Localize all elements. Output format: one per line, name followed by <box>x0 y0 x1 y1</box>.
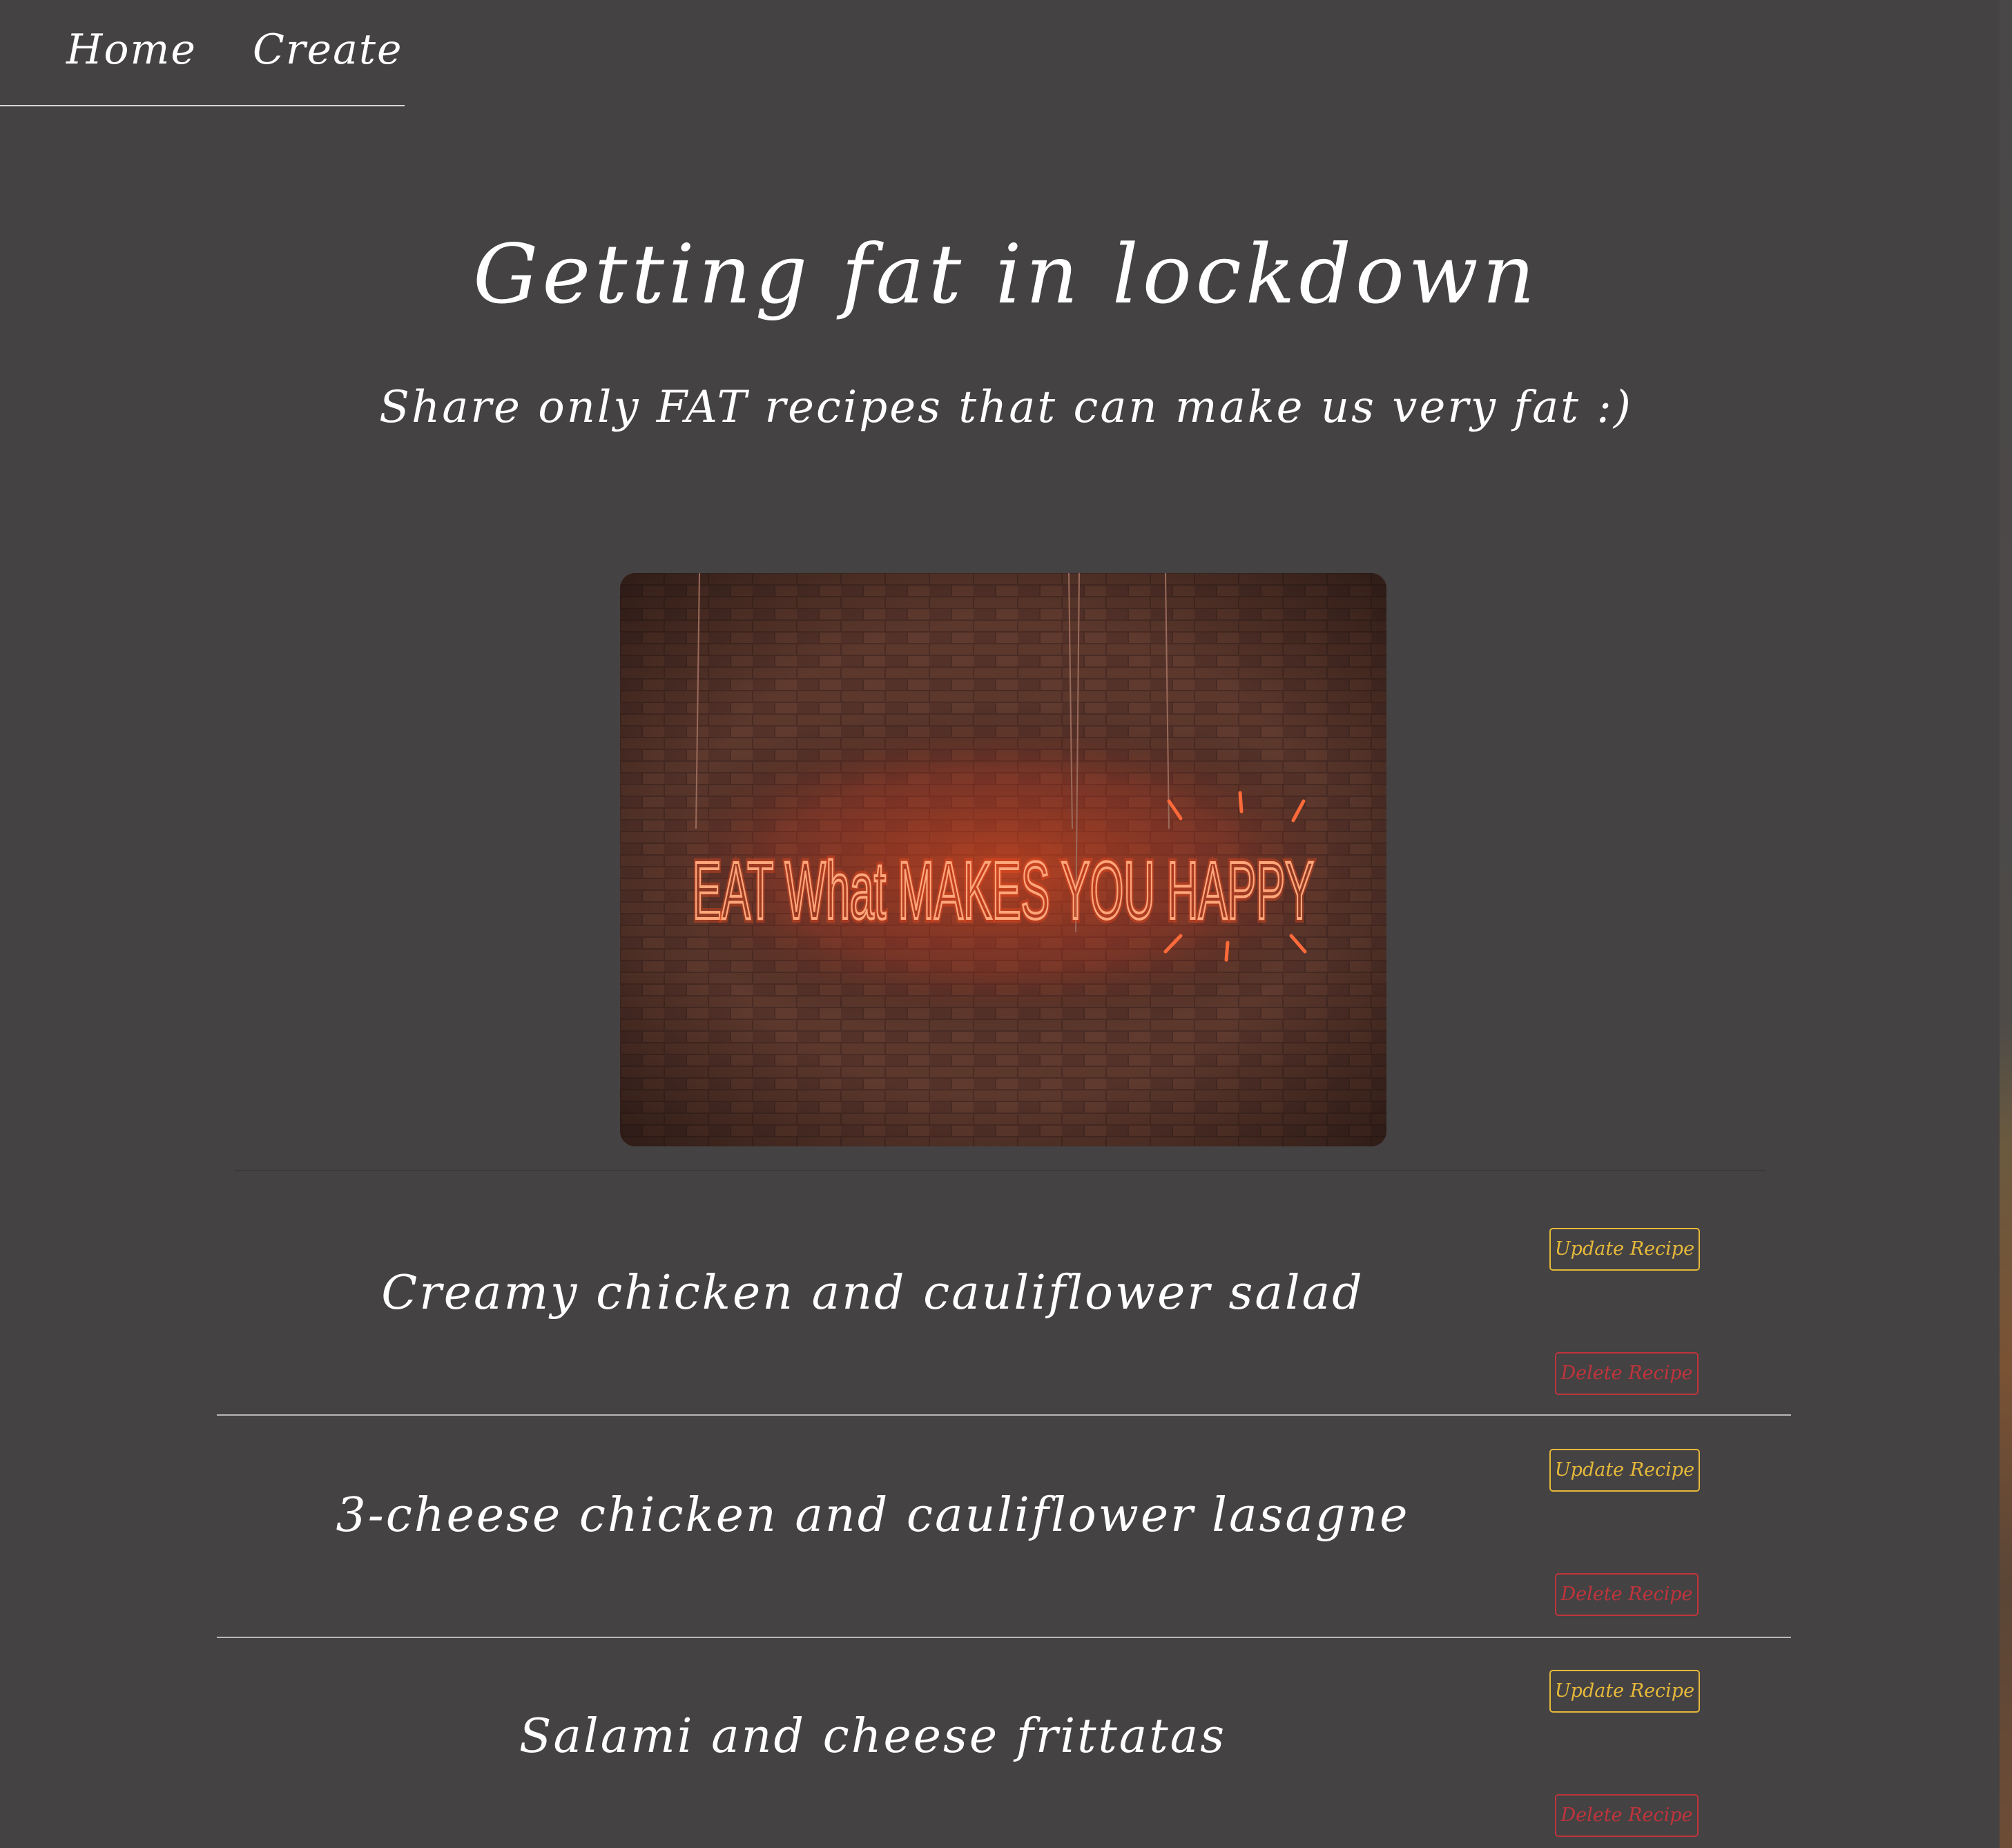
nav-home-link[interactable]: Home <box>66 23 197 76</box>
recipe-title[interactable]: Salami and cheese frittatas <box>217 1706 1529 1768</box>
page-subtitle: Share only FAT recipes that can make us … <box>379 382 1633 433</box>
delete-recipe-button[interactable]: Delete Recipe <box>1555 1573 1699 1616</box>
neon-glow-text: EAT What MAKES YOU HAPPY <box>693 845 1314 936</box>
nav-create-link[interactable]: Create <box>253 23 403 76</box>
update-recipe-button[interactable]: Update Recipe <box>1549 1670 1700 1713</box>
recipe-row: Salami and cheese frittatas Update Recip… <box>217 1637 1791 1848</box>
recipe-title[interactable]: 3-cheese chicken and cauliflower lasagne <box>217 1485 1529 1547</box>
hero-neon-image: EAT What MAKES YOU HAPPY EAT What MAKES … <box>620 573 1386 1146</box>
update-recipe-button[interactable]: Update Recipe <box>1549 1449 1700 1492</box>
page-title: Getting fat in lockdown <box>473 227 1539 322</box>
recipe-row: 3-cheese chicken and cauliflower lasagne… <box>217 1416 1791 1638</box>
delete-recipe-button[interactable]: Delete Recipe <box>1555 1352 1699 1395</box>
recipe-title[interactable]: Creamy chicken and cauliflower salad <box>217 1262 1529 1325</box>
update-recipe-button[interactable]: Update Recipe <box>1549 1228 1700 1271</box>
hero-divider <box>235 1170 1766 1171</box>
recipe-row: Creamy chicken and cauliflower salad Upd… <box>217 1193 1791 1416</box>
page: Home Create Getting fat in lockdown Shar… <box>0 0 2012 1848</box>
top-nav: Home Create <box>0 0 405 106</box>
delete-recipe-button[interactable]: Delete Recipe <box>1555 1794 1699 1837</box>
